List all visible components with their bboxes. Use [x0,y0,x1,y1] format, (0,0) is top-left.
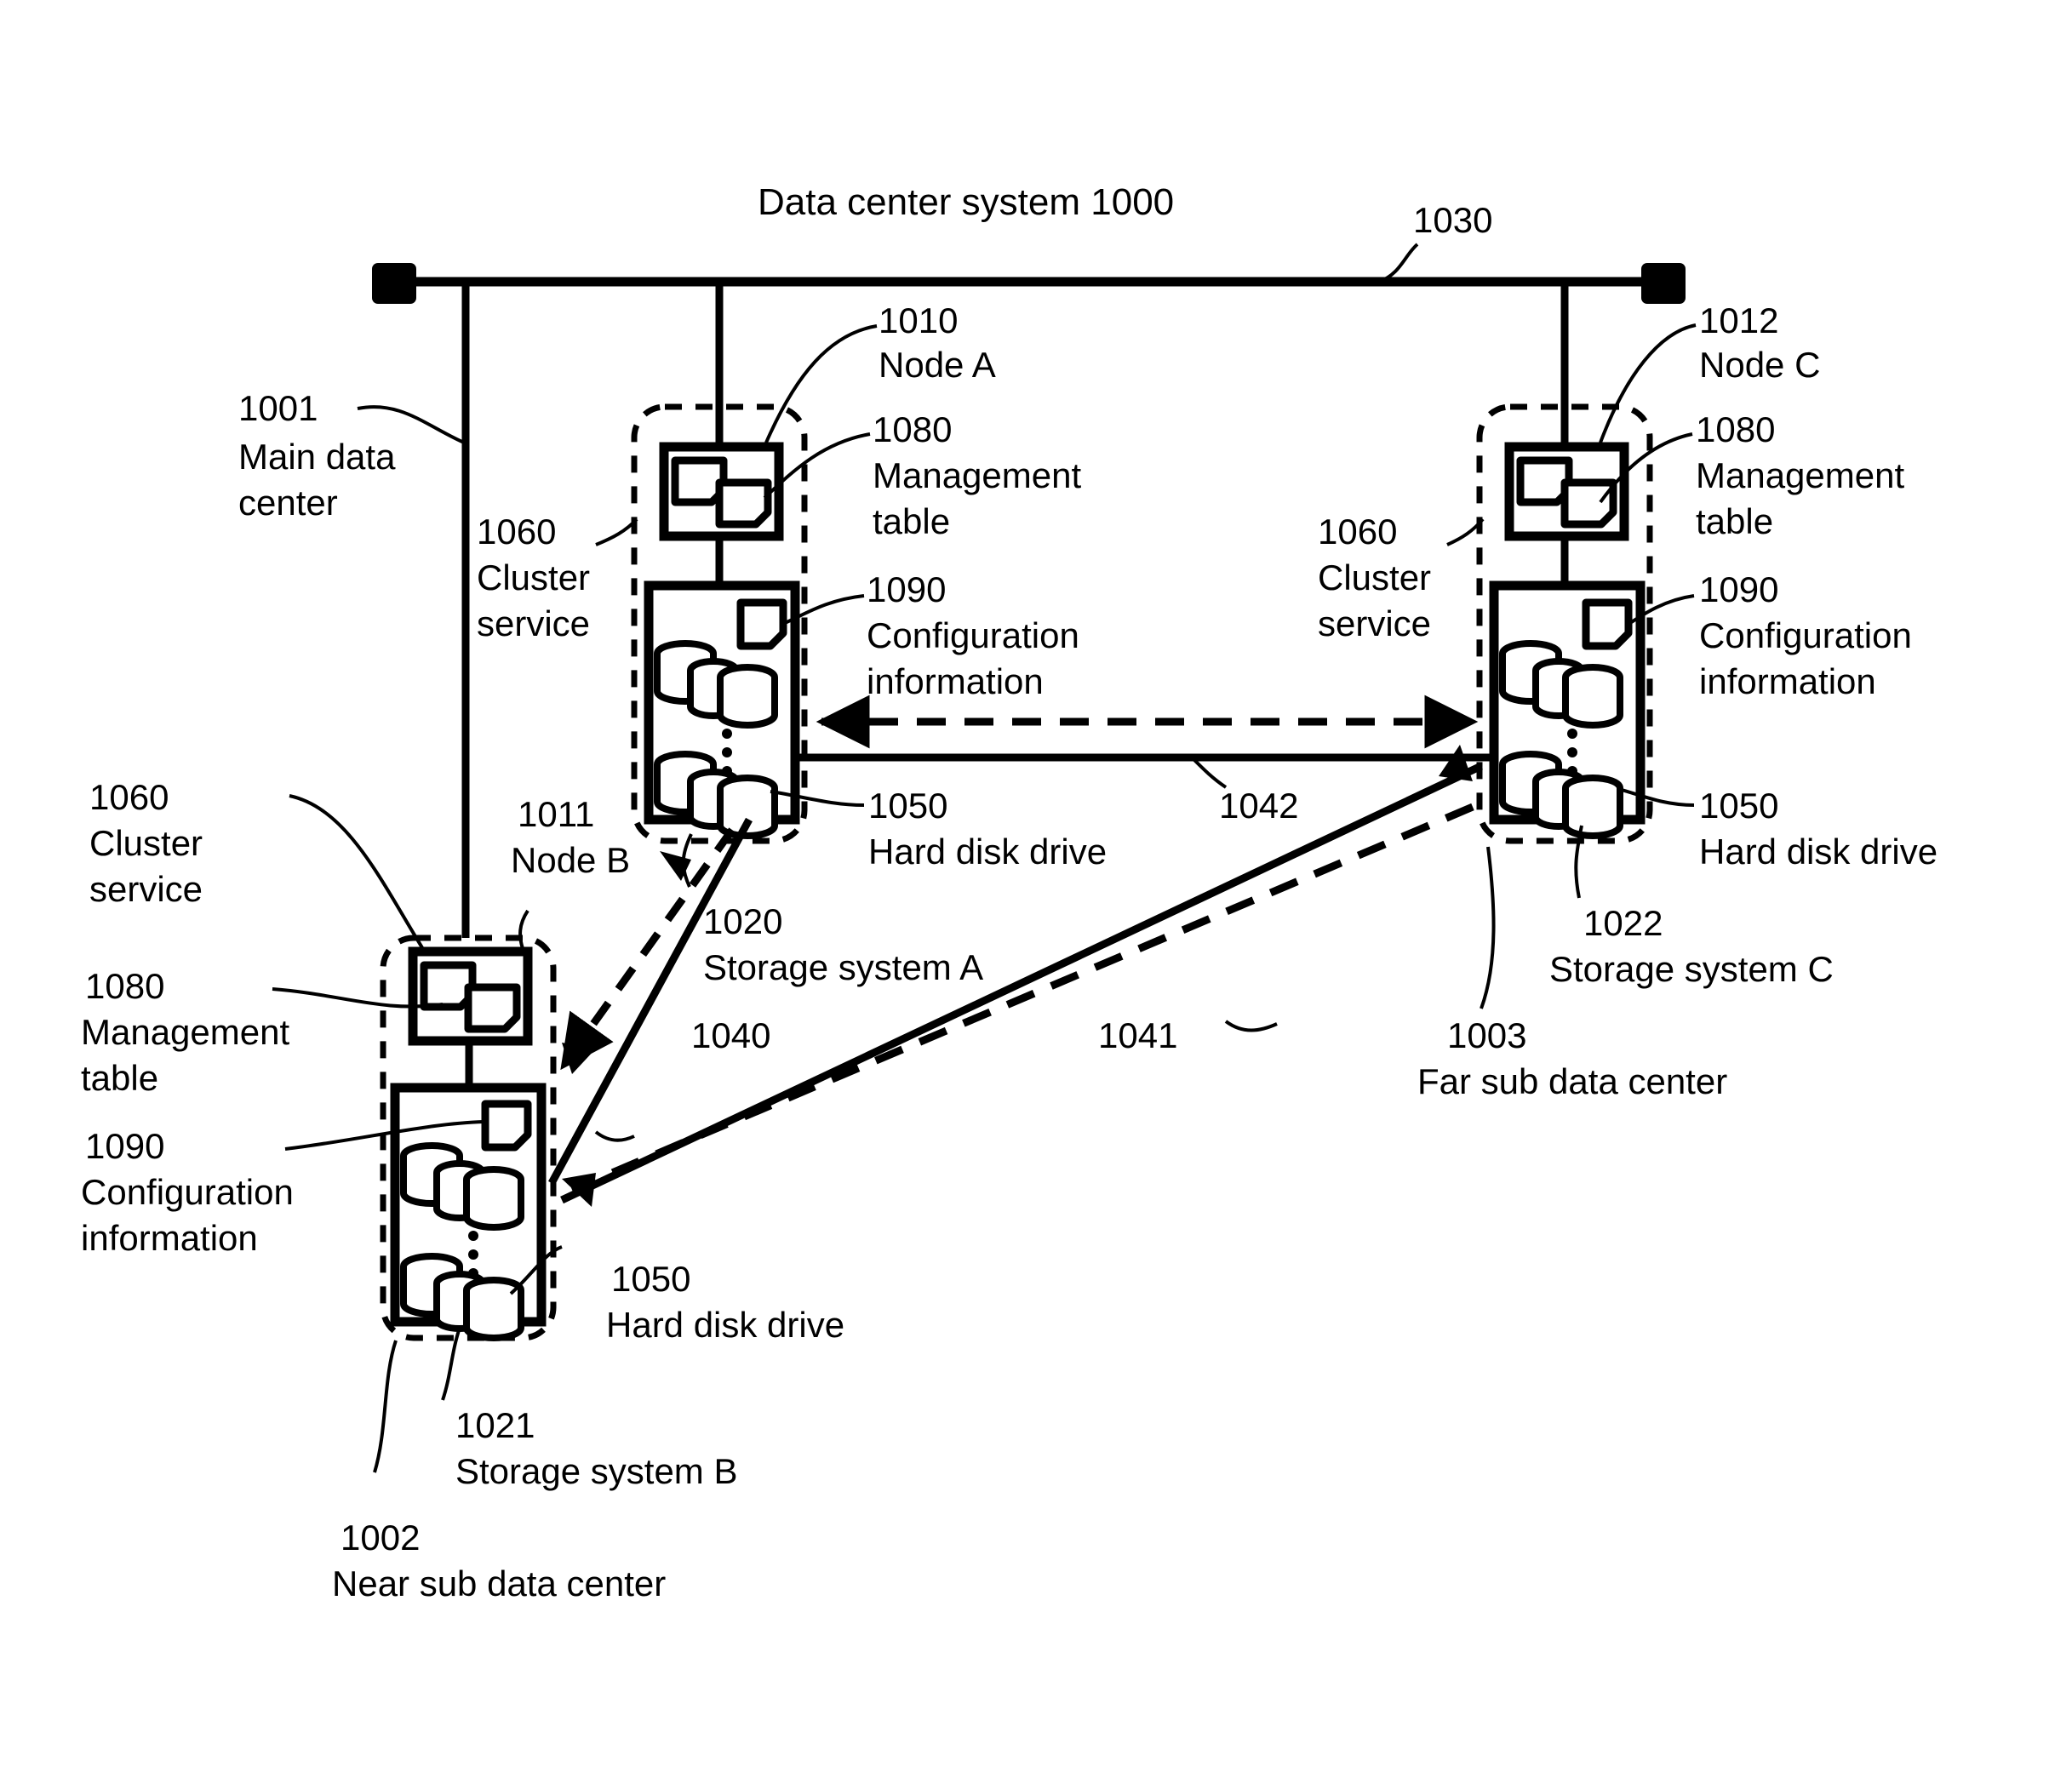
mgmt-table-a-l2: table [873,501,951,541]
storage-a-label: Storage system A [703,947,984,987]
hdd-b-label: Hard disk drive [606,1305,845,1345]
config-info-a-l2: information [867,661,1044,701]
ref-label-1050-storage-a: 1050 [868,786,948,826]
node-b-doc-icon-2 [464,983,521,1033]
ref-label-1012: 1012 [1699,300,1779,340]
ref-label-1001: 1001 [238,388,318,428]
ref-label-1080-node-a: 1080 [873,409,953,449]
ref-label-1080-node-b: 1080 [85,966,165,1006]
main-dc-label-l2: center [238,483,338,523]
config-info-b-l2: information [81,1218,258,1258]
storage-c-config-icon [1582,598,1633,650]
ref-label-1042: 1042 [1219,786,1299,826]
diagram-vector-layer [272,243,1697,1473]
mgmt-table-a-l1: Management [873,455,1082,495]
far-dc-label: Far sub data center [1417,1061,1728,1101]
hdd-c-label: Hard disk drive [1699,832,1938,872]
node-c-doc-icon-2 [1560,478,1617,529]
bus-terminator-right [1641,263,1686,304]
storage-b-label: Storage system B [455,1451,738,1491]
node-a-label: Node A [879,345,996,385]
ref-label-1002: 1002 [341,1518,421,1558]
ref-label-1050-storage-b: 1050 [611,1259,691,1299]
storage-b-config-icon [481,1100,532,1152]
mgmt-table-c-l2: table [1696,501,1774,541]
bus-terminator-left [372,263,416,304]
main-dc-label-l1: Main data [238,437,396,477]
network-bus-1030 [372,243,1686,304]
cluster-service-b-l2: service [89,869,203,909]
ref-label-1011: 1011 [518,794,595,834]
storage-c-label: Storage system C [1549,949,1834,989]
figure-canvas: Data center system 1000 1030 1010 Node A… [0,0,2072,1772]
ref-label-1003: 1003 [1447,1015,1527,1055]
node-a-doc-icon-2 [715,478,772,529]
ref-label-1060-near-dc: 1060 [89,777,169,817]
mgmt-table-b-l2: table [81,1058,159,1098]
ref-label-1010: 1010 [879,300,959,340]
ref-label-1060-main-dc: 1060 [477,512,557,552]
link-1042-dashed [795,695,1494,789]
node-c-label: Node C [1699,345,1821,385]
main-data-center-group [631,403,808,844]
cluster-service-b-l1: Cluster [89,823,203,863]
node-b-label: Node B [511,840,631,880]
ref-label-1020: 1020 [703,901,783,941]
mgmt-table-c-l1: Management [1696,455,1905,495]
cluster-service-a-l1: Cluster [477,557,591,597]
near-dc-label: Near sub data center [332,1563,667,1603]
ref-label-1050-storage-c: 1050 [1699,786,1779,826]
ref-label-1041: 1041 [1098,1015,1178,1055]
ref-label-1080-node-c: 1080 [1696,409,1776,449]
storage-a-ellipsis [722,729,732,776]
cluster-service-c-l2: service [1318,603,1432,643]
config-info-a-l1: Configuration [867,615,1079,655]
storage-b-ellipsis [468,1231,478,1278]
config-info-b-l1: Configuration [81,1172,294,1212]
ref-label-1022: 1022 [1583,903,1663,943]
storage-a-config-icon [736,598,787,650]
cluster-service-c-l1: Cluster [1318,557,1432,597]
ref-label-1090-storage-b: 1090 [85,1126,165,1166]
ref-label-1021: 1021 [455,1405,535,1445]
config-info-c-l2: information [1699,661,1876,701]
storage-c-ellipsis [1567,729,1577,776]
hdd-a-label: Hard disk drive [868,832,1108,872]
ref-label-1030: 1030 [1413,200,1493,240]
ref-label-1060-far-dc: 1060 [1318,512,1398,552]
cluster-service-a-l2: service [477,603,591,643]
figure-title: Data center system 1000 [758,181,1175,223]
ref-label-1040: 1040 [691,1015,771,1055]
ref-label-1090-storage-a: 1090 [867,569,947,609]
config-info-c-l1: Configuration [1699,615,1912,655]
mgmt-table-b-l1: Management [81,1012,290,1052]
ref-label-1090-storage-c: 1090 [1699,569,1779,609]
